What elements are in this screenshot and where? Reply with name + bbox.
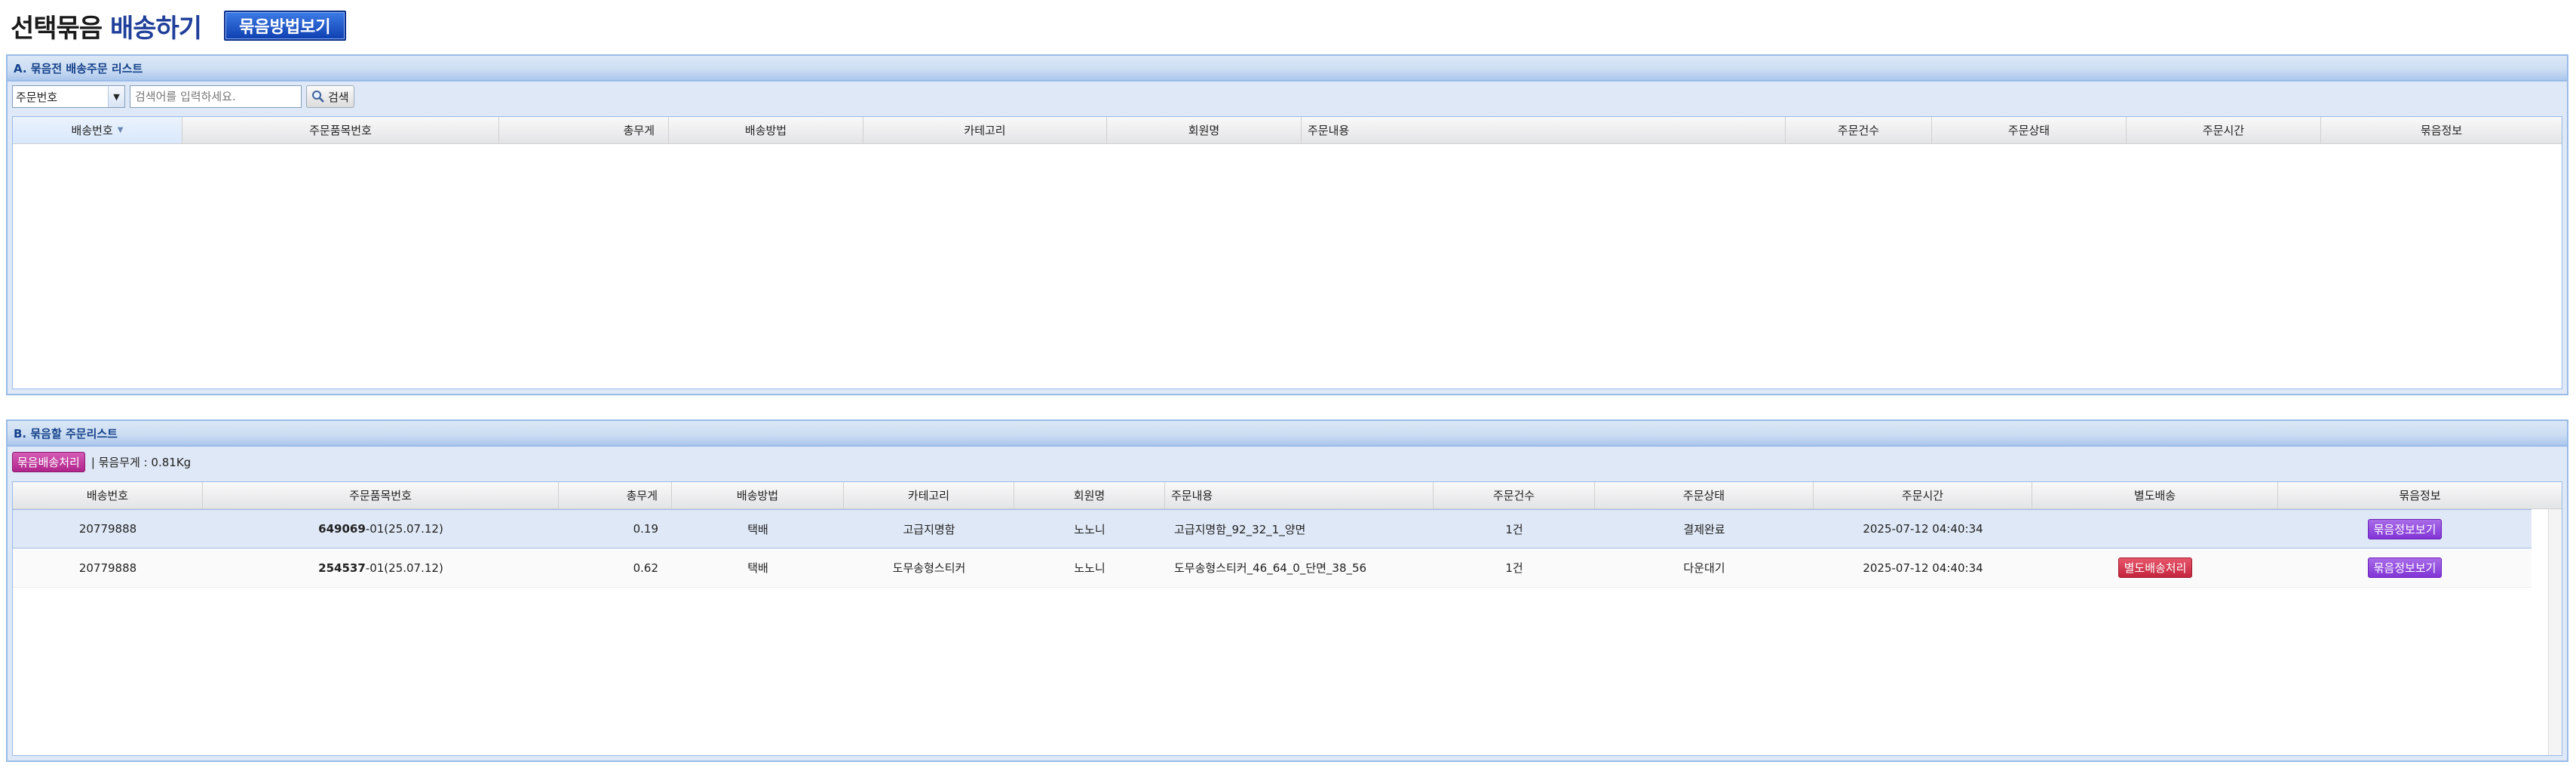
col-header-bundle-info[interactable]: 묶음정보 <box>2278 482 2562 508</box>
col-header-time[interactable]: 주문시간 <box>2127 117 2321 143</box>
search-input[interactable] <box>130 85 302 108</box>
search-button[interactable]: 검색 <box>306 85 354 108</box>
cell-status: 다운대기 <box>1683 561 1725 575</box>
cell-member: 노노니 <box>1074 561 1106 575</box>
col-header-time[interactable]: 주문시간 <box>1814 482 2032 508</box>
panel-a-toolbar: 주문번호 ▼ 검색 <box>8 81 2567 112</box>
col-header-content[interactable]: 주문내용 <box>1302 117 1786 143</box>
bundle-info-button[interactable]: 묶음정보보기 <box>2367 558 2443 578</box>
panel-a-grid-header: 배송번호 ▼ 주문품목번호 총무게 배송방법 카테고리 회원명 주문내용 주문건수… <box>13 117 2562 144</box>
col-header-member[interactable]: 회원명 <box>1107 117 1302 143</box>
cell-count: 1건 <box>1505 522 1523 536</box>
cell-category: 고급지명함 <box>903 522 955 536</box>
cell-item-no: 649069 -01(25.07.12) <box>318 522 443 536</box>
separate-shipping-button[interactable]: 별도배송처리 <box>2118 558 2193 578</box>
table-row[interactable]: 20779888 254537 -01(25.07.12) 0.62 택배 도무송… <box>13 548 2532 588</box>
panel-a-grid: 배송번호 ▼ 주문품목번호 총무게 배송방법 카테고리 회원명 주문내용 주문건수… <box>12 116 2562 389</box>
panel-b-header: B. 묶음할 주문리스트 <box>8 421 2567 447</box>
col-header-separate[interactable]: 별도배송 <box>2032 482 2278 508</box>
table-row[interactable]: 20779888 649069 -01(25.07.12) 0.19 택배 고급지… <box>13 509 2532 548</box>
col-header-count[interactable]: 주문건수 <box>1786 117 1932 143</box>
col-header-item-no[interactable]: 주문품목번호 <box>203 482 559 508</box>
panel-b-grid-header: 배송번호 주문품목번호 총무게 배송방법 카테고리 회원명 주문내용 주문건수 … <box>13 482 2562 509</box>
bundle-guide-button[interactable]: 묶음방법보기 <box>224 11 346 41</box>
panel-bundle-order-list: B. 묶음할 주문리스트 묶음배송처리 | 묶음무게 : 0.81Kg 배송번호… <box>6 419 2568 762</box>
bundle-shipping-button[interactable]: 묶음배송처리 <box>12 451 85 472</box>
page-title-part1: 선택묶음 <box>11 13 103 44</box>
panel-a-title: A. 묶음전 배송주문 리스트 <box>14 61 143 75</box>
cell-content: 도무송형스티커_46_64_0_단면_38_56 <box>1174 561 1367 575</box>
cell-ship-no: 20779888 <box>78 561 137 575</box>
chevron-down-icon[interactable]: ▼ <box>108 86 124 107</box>
cell-bundle-info: 묶음정보보기 <box>2278 510 2532 548</box>
grid-scrollbar[interactable] <box>2548 509 2562 755</box>
col-header-bundle-info[interactable]: 묶음정보 <box>2321 117 2562 143</box>
col-header-member[interactable]: 회원명 <box>1014 482 1165 508</box>
cell-time: 2025-07-12 04:40:34 <box>1863 522 1983 536</box>
cell-member: 노노니 <box>1074 522 1106 536</box>
cell-method: 택배 <box>747 522 768 536</box>
col-header-method[interactable]: 배송방법 <box>669 117 863 143</box>
cell-weight: 0.62 <box>633 561 658 575</box>
cell-status: 결제완료 <box>1683 522 1725 536</box>
panel-pre-bundle-list: A. 묶음전 배송주문 리스트 주문번호 ▼ 검색 배송번호▼ 주문품목번호 총… <box>6 54 2568 395</box>
panel-b-toolbar: 묶음배송처리 | 묶음무게 : 0.81Kg <box>8 447 2567 477</box>
cell-content: 고급지명함_92_32_1_양면 <box>1174 522 1306 536</box>
search-field-select[interactable]: 주문번호 ▼ <box>12 85 125 108</box>
sort-desc-icon: ▼ <box>117 126 124 134</box>
cell-item-no: 254537 -01(25.07.12) <box>318 561 443 575</box>
col-header-status[interactable]: 주문상태 <box>1932 117 2127 143</box>
cell-time: 2025-07-12 04:40:34 <box>1863 561 1983 575</box>
page-title-part2: 배송하기 <box>109 13 202 44</box>
col-header-weight[interactable]: 총무게 <box>559 482 672 508</box>
cell-count: 1건 <box>1505 561 1523 575</box>
col-header-item-no[interactable]: 주문품목번호 <box>182 117 499 143</box>
cell-separate <box>2032 510 2278 548</box>
cell-method: 택배 <box>747 561 768 575</box>
search-button-label: 검색 <box>328 90 349 104</box>
page-header: 선택묶음 배송하기 묶음방법보기 <box>11 5 346 47</box>
bundle-info-button[interactable]: 묶음정보보기 <box>2367 518 2443 539</box>
panel-a-header: A. 묶음전 배송주문 리스트 <box>8 56 2567 81</box>
col-header-ship-no[interactable]: 배송번호 ▼ <box>13 117 182 143</box>
col-header-ship-no[interactable]: 배송번호 <box>13 482 203 508</box>
panel-b-grid: 배송번호 주문품목번호 총무게 배송방법 카테고리 회원명 주문내용 주문건수 … <box>12 481 2562 756</box>
col-header-weight[interactable]: 총무게 <box>499 117 669 143</box>
col-header-status[interactable]: 주문상태 <box>1595 482 1814 508</box>
col-header-category[interactable]: 카테고리 <box>844 482 1014 508</box>
bundle-weight-label: | 묶음무게 : 0.81Kg <box>90 455 192 469</box>
page-title: 선택묶음 배송하기 <box>11 8 202 45</box>
cell-separate: 별도배송처리 <box>2032 548 2278 587</box>
col-header-content[interactable]: 주문내용 <box>1165 482 1434 508</box>
col-header-count[interactable]: 주문건수 <box>1434 482 1595 508</box>
search-field-select-value: 주문번호 <box>16 90 58 104</box>
col-header-method[interactable]: 배송방법 <box>672 482 844 508</box>
panel-b-title: B. 묶음할 주문리스트 <box>14 426 118 441</box>
cell-category: 도무송형스티커 <box>892 561 966 575</box>
search-icon <box>312 91 324 103</box>
col-header-category[interactable]: 카테고리 <box>863 117 1107 143</box>
cell-weight: 0.19 <box>633 522 658 536</box>
cell-ship-no: 20779888 <box>78 522 137 536</box>
cell-bundle-info: 묶음정보보기 <box>2278 548 2532 587</box>
